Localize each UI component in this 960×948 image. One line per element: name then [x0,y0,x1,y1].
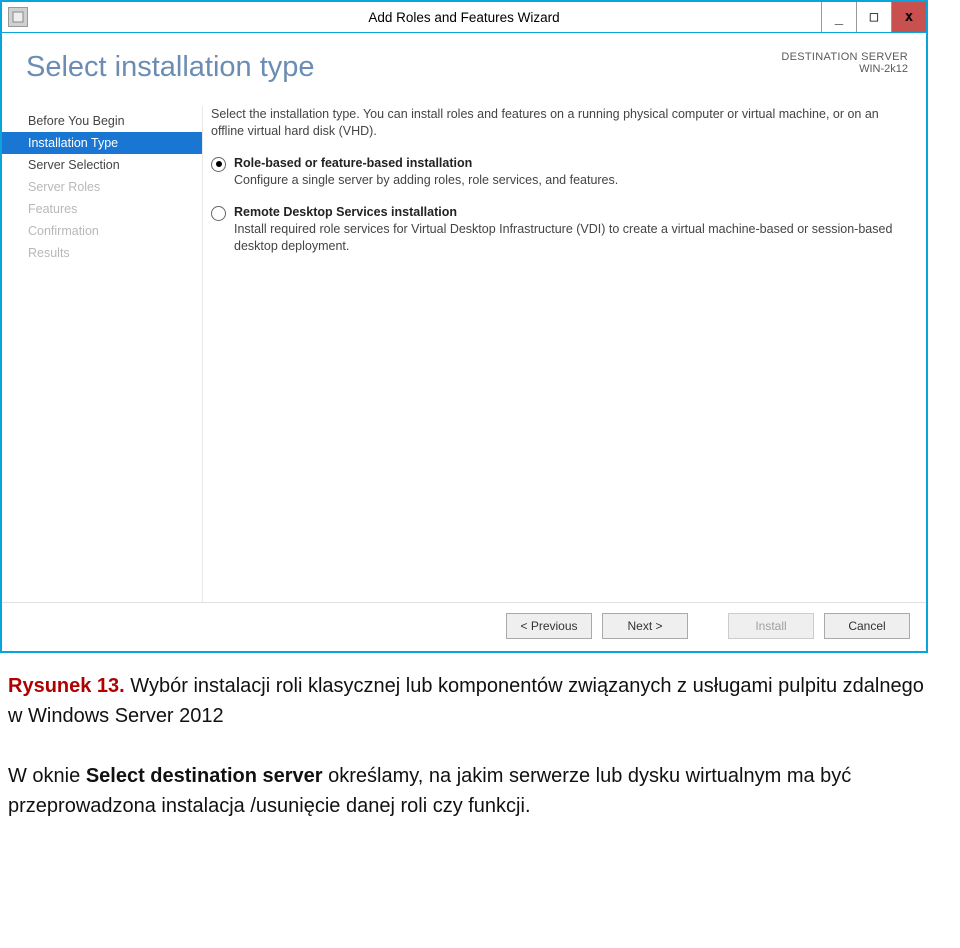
install-button: Install [728,613,814,639]
option-desc: Install required role services for Virtu… [234,221,910,255]
option-body: Remote Desktop Services installation Ins… [234,205,910,255]
maximize-button[interactable]: □ [856,2,891,32]
titlebar: Add Roles and Features Wizard _ □ x [2,2,926,32]
caption-line-1: Rysunek 13. Wybór instalacji roli klasyc… [8,671,928,731]
maximize-icon: □ [870,9,878,25]
destination-label: DESTINATION SERVER [781,51,908,63]
previous-button[interactable]: < Previous [506,613,592,639]
nav-installation-type[interactable]: Installation Type [2,132,202,154]
radio-rds[interactable] [211,206,226,221]
caption-paragraph: W oknie Select destination server określ… [8,761,928,821]
figure-caption: Rysunek 13. Wybór instalacji roli klasyc… [0,653,936,839]
intro-text: Select the installation type. You can in… [211,106,910,140]
option-title: Remote Desktop Services installation [234,205,910,219]
destination-value: WIN-2k12 [781,63,908,75]
option-desc: Configure a single server by adding role… [234,172,910,189]
page-title: Select installation type [26,51,315,84]
footer: < Previous Next > Install Cancel [2,602,926,651]
main-panel: Select the installation type. You can in… [202,106,910,602]
figure-label: Rysunek 13. [8,675,125,697]
next-button[interactable]: Next > [602,613,688,639]
nav-confirmation: Confirmation [2,220,202,242]
close-button[interactable]: x [891,2,926,32]
nav-results: Results [2,242,202,264]
bold-term: Select destination server [86,765,323,787]
destination-info: DESTINATION SERVER WIN-2k12 [781,51,908,75]
option-role-based[interactable]: Role-based or feature-based installation… [211,156,910,189]
option-body: Role-based or feature-based installation… [234,156,910,189]
content-row: Before You Begin Installation Type Serve… [2,90,926,602]
nav-before-you-begin[interactable]: Before You Begin [2,110,202,132]
minimize-icon: _ [835,9,843,25]
window-controls: _ □ x [821,2,926,32]
radio-role-based[interactable] [211,157,226,172]
nav-server-roles: Server Roles [2,176,202,198]
wizard-window: Add Roles and Features Wizard _ □ x Sele… [0,0,928,653]
step-nav: Before You Begin Installation Type Serve… [2,106,202,602]
option-rds[interactable]: Remote Desktop Services installation Ins… [211,205,910,255]
close-icon: x [905,9,913,25]
minimize-button[interactable]: _ [821,2,856,32]
figure-text: Wybór instalacji roli klasycznej lub kom… [8,675,924,727]
app-icon [8,7,28,27]
footer-gap [698,613,718,639]
nav-features: Features [2,198,202,220]
wizard-body: Select installation type DESTINATION SER… [2,32,926,651]
header-row: Select installation type DESTINATION SER… [2,33,926,90]
cancel-button[interactable]: Cancel [824,613,910,639]
nav-server-selection[interactable]: Server Selection [2,154,202,176]
window-title: Add Roles and Features Wizard [368,10,559,25]
option-title: Role-based or feature-based installation [234,156,910,170]
